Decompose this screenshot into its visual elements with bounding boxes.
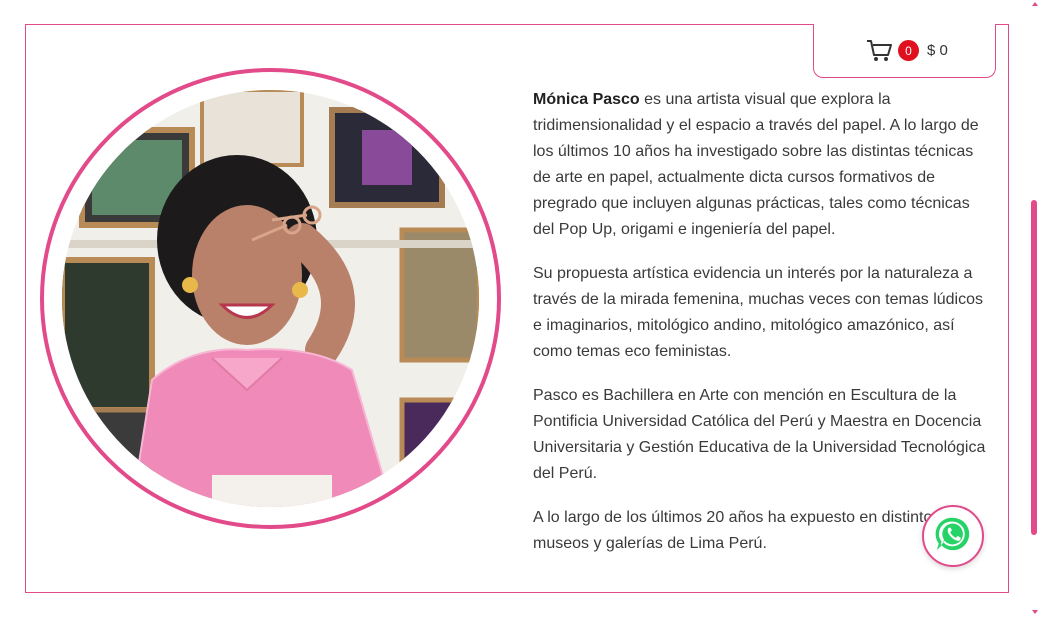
bio-paragraph-1-text: es una artista visual que explora la tri… <box>533 91 979 238</box>
artist-name: Mónica Pasco <box>533 91 640 108</box>
bio-paragraph-2: Su propuesta artística evidencia un inte… <box>533 265 983 360</box>
cart-count-badge: 0 <box>898 40 919 61</box>
scroll-down-arrow-icon[interactable] <box>1032 610 1038 614</box>
scroll-up-arrow-icon[interactable] <box>1032 2 1038 6</box>
bio-paragraph-1: Mónica Pasco es una artista visual que e… <box>533 87 991 243</box>
bio-paragraph-3: Pasco es Bachillera en Arte con mención … <box>533 387 986 482</box>
scrollbar-thumb[interactable] <box>1031 200 1037 535</box>
shopping-cart-icon[interactable] <box>866 39 892 63</box>
artist-portrait <box>62 90 479 507</box>
whatsapp-icon <box>934 515 972 558</box>
artist-bio: Mónica Pasco es una artista visual que e… <box>533 87 991 575</box>
whatsapp-button[interactable] <box>922 505 984 567</box>
cart-total: $ 0 <box>927 42 948 59</box>
cart-widget[interactable]: 0 $ 0 <box>813 24 996 78</box>
